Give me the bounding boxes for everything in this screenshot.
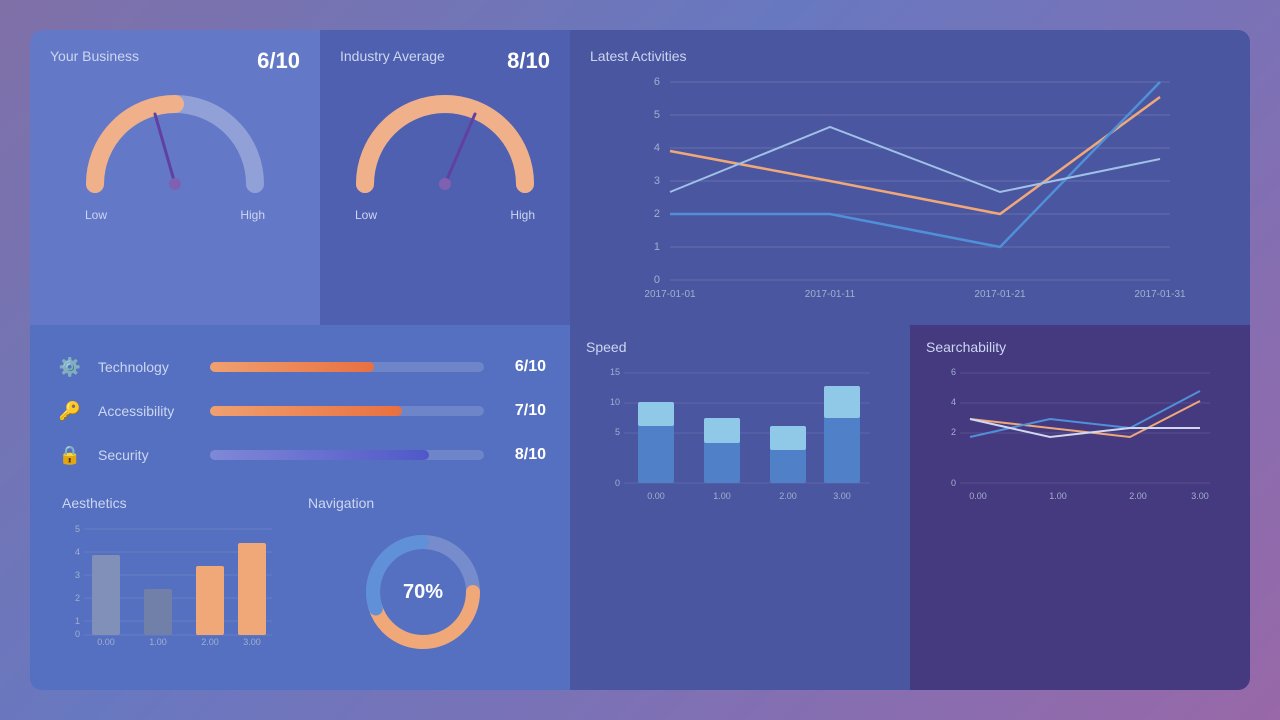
aesthetics-title: Aesthetics	[62, 495, 292, 511]
industry-avg-gauge: Low High	[340, 74, 550, 222]
technology-label: Technology	[98, 359, 198, 375]
gauge-svg-industry	[345, 74, 545, 204]
donut-svg: 70%	[358, 527, 488, 657]
accessibility-bar-container	[210, 406, 484, 416]
aesthetics-bar-1	[144, 589, 172, 635]
svg-text:2: 2	[75, 593, 80, 603]
svg-text:1.00: 1.00	[149, 637, 167, 647]
accessibility-score: 7/10	[496, 402, 546, 420]
speed-searchability-row: Speed 15 10 5 0	[570, 325, 1250, 690]
svg-text:4: 4	[654, 142, 660, 154]
gauge-svg-business	[75, 74, 275, 204]
gauge-low-business: Low	[85, 208, 107, 222]
svg-text:70%: 70%	[403, 581, 443, 603]
latest-activities-title: Latest Activities	[590, 48, 1230, 64]
svg-text:0.00: 0.00	[969, 491, 987, 501]
metric-row-accessibility: 🔑 Accessibility 7/10	[54, 395, 546, 427]
svg-text:1.00: 1.00	[1049, 491, 1067, 501]
aesthetics-bar-2	[196, 566, 224, 635]
svg-text:2: 2	[654, 208, 660, 220]
svg-text:0.00: 0.00	[647, 491, 665, 501]
speed-panel: Speed 15 10 5 0	[570, 325, 910, 690]
security-bar	[210, 450, 429, 460]
security-bar-container	[210, 450, 484, 460]
svg-text:0: 0	[654, 274, 660, 286]
svg-text:6: 6	[654, 76, 660, 88]
svg-text:2017-01-01: 2017-01-01	[644, 289, 696, 300]
speed-chart: 15 10 5 0	[586, 361, 894, 516]
svg-text:0: 0	[615, 478, 620, 488]
svg-text:2: 2	[951, 427, 956, 437]
latest-activities-panel: Latest Activities 6 5 4 3 2 1	[570, 30, 1250, 325]
technology-bar	[210, 362, 374, 372]
aesthetics-panel: Aesthetics 5 4 3 2 1 0	[54, 491, 300, 661]
searchability-title: Searchability	[926, 339, 1234, 355]
metric-row-technology: ⚙️ Technology 6/10	[54, 351, 546, 383]
your-business-panel: Your Business 6/10 Low High	[30, 30, 320, 325]
industry-avg-score: 8/10	[507, 48, 550, 74]
searchability-panel: Searchability 6 4 2 0	[910, 325, 1250, 690]
svg-text:4: 4	[951, 397, 956, 407]
searchability-chart: 6 4 2 0	[926, 361, 1234, 516]
security-icon: 🔒	[54, 439, 86, 471]
aesthetics-bar-3	[238, 543, 266, 635]
accessibility-bar	[210, 406, 402, 416]
accessibility-icon: 🔑	[54, 395, 86, 427]
industry-avg-panel: Industry Average 8/10 Low High	[320, 30, 570, 325]
right-bottom-panels: Speed 15 10 5 0	[570, 325, 1250, 690]
security-label: Security	[98, 447, 198, 463]
svg-text:2.00: 2.00	[779, 491, 797, 501]
svg-text:0: 0	[75, 629, 80, 639]
svg-text:10: 10	[610, 397, 620, 407]
svg-text:2017-01-11: 2017-01-11	[805, 289, 856, 300]
aesthetics-chart: 5 4 3 2 1 0	[62, 517, 282, 647]
svg-text:1: 1	[654, 241, 660, 253]
svg-text:5: 5	[75, 524, 80, 534]
svg-text:5: 5	[615, 427, 620, 437]
technology-icon: ⚙️	[54, 351, 86, 383]
activities-chart: 6 5 4 3 2 1 0 2017-01-01 2017-01-11 2017…	[590, 72, 1230, 302]
metrics-grid: ⚙️ Technology 6/10 🔑 Accessibility	[54, 351, 546, 471]
svg-text:3.00: 3.00	[833, 491, 851, 501]
metrics-panel: ⚙️ Technology 6/10 🔑 Accessibility	[30, 325, 570, 690]
speed-title: Speed	[586, 339, 894, 355]
svg-text:15: 15	[610, 367, 620, 377]
accessibility-label: Accessibility	[98, 403, 198, 419]
your-business-score: 6/10	[257, 48, 300, 74]
svg-text:5: 5	[654, 109, 660, 121]
gauge-high-business: High	[240, 208, 265, 222]
aesthetics-bar-0	[92, 555, 120, 635]
gauge-labels-business: Low High	[85, 208, 265, 222]
technology-score: 6/10	[496, 358, 546, 376]
svg-text:3.00: 3.00	[1191, 491, 1209, 501]
svg-text:6: 6	[951, 367, 956, 377]
svg-text:2.00: 2.00	[201, 637, 219, 647]
navigation-title: Navigation	[308, 495, 374, 511]
svg-text:2017-01-31: 2017-01-31	[1134, 289, 1186, 300]
svg-text:0.00: 0.00	[97, 637, 115, 647]
gauge-high-industry: High	[510, 208, 535, 222]
donut-chart: 70%	[358, 527, 488, 657]
security-score: 8/10	[496, 446, 546, 464]
svg-text:3: 3	[75, 570, 80, 580]
svg-text:1.00: 1.00	[713, 491, 731, 501]
svg-text:2017-01-21: 2017-01-21	[974, 289, 1026, 300]
metric-row-security: 🔒 Security 8/10	[54, 439, 546, 471]
svg-text:3.00: 3.00	[243, 637, 261, 647]
svg-text:0: 0	[951, 478, 956, 488]
svg-text:1: 1	[75, 616, 80, 626]
svg-text:2.00: 2.00	[1129, 491, 1147, 501]
your-business-gauge: Low High	[50, 74, 300, 222]
navigation-panel: Navigation 70%	[300, 491, 546, 661]
svg-text:4: 4	[75, 547, 80, 557]
svg-text:3: 3	[654, 175, 660, 187]
gauge-low-industry: Low	[355, 208, 377, 222]
bottom-sub-panels: Aesthetics 5 4 3 2 1 0	[54, 491, 546, 661]
technology-bar-container	[210, 362, 484, 372]
gauge-labels-industry: Low High	[355, 208, 535, 222]
